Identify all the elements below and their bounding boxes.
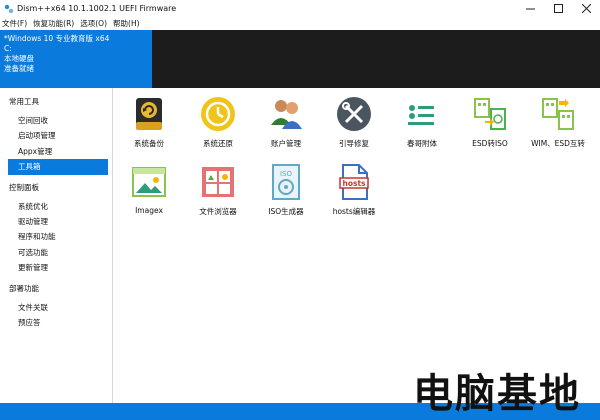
tool-label: ISO生成器 <box>268 207 304 216</box>
info-panel: *Windows 10 专业教育版 x64 C: 本地硬盘 准备就绪 <box>0 30 600 88</box>
maximize-icon[interactable] <box>544 0 572 17</box>
os-name: *Windows 10 专业教育版 x64 <box>4 34 110 43</box>
tool-label: ESD转ISO <box>472 139 508 148</box>
iso-disc-icon: ISO <box>266 162 306 202</box>
sidebar-group-control-panel: 控制面板 <box>9 182 39 192</box>
sidebar-item-appx[interactable]: Appx管理 <box>0 144 112 159</box>
menu-help[interactable]: 帮助(H) <box>113 18 140 29</box>
sidebar-item-toolbox[interactable]: 工具箱 <box>8 159 108 175</box>
hosts-file-icon: hosts <box>334 162 374 202</box>
sidebar: 常用工具 空间回收 启动项管理 Appx管理 工具箱 控制面板 系统优化 驱动管… <box>0 88 113 403</box>
sidebar-item-space-recovery[interactable]: 空间回收 <box>0 113 112 128</box>
svg-text:ISO: ISO <box>280 170 293 178</box>
tool-system-backup[interactable]: 系统备份 <box>117 94 181 158</box>
tool-wim-esd[interactable]: WIM、ESD互转 <box>526 94 590 158</box>
sidebar-group-deploy: 部署功能 <box>9 283 39 293</box>
sidebar-item-drivers[interactable]: 驱动管理 <box>0 214 112 229</box>
sidebar-group-common-tools: 常用工具 <box>9 97 39 106</box>
status-text: 准备就绪 <box>4 64 34 73</box>
menu-restore[interactable]: 恢复功能(R) <box>33 18 74 29</box>
tool-label: 系统备份 <box>134 139 164 148</box>
wrench-screwdriver-icon <box>334 94 374 134</box>
sidebar-item-file-assoc[interactable]: 文件关联 <box>0 300 112 315</box>
sidebar-item-system-optimize[interactable]: 系统优化 <box>0 199 112 214</box>
file-browser-icon <box>198 162 238 202</box>
sidebar-item-answer-file[interactable]: 预应答 <box>0 315 112 330</box>
tool-label: 账户管理 <box>271 139 301 148</box>
tool-file-browser[interactable]: 文件浏览器 <box>186 162 250 226</box>
drive-letter: C: <box>4 44 12 53</box>
tool-label: 引导修复 <box>339 139 369 148</box>
restore-clock-icon <box>198 94 238 134</box>
tool-label: 系统还原 <box>203 139 233 148</box>
tool-iso-builder[interactable]: ISO ISO生成器 <box>254 162 318 226</box>
watermark-text: 电脑基地 <box>413 371 581 417</box>
image-icon <box>129 162 169 202</box>
wim-esd-icon <box>538 94 578 134</box>
toolbox-panel: 系统备份 系统还原 账户管理 引导修复 春哥附体 ESD转ISO WIM、ESD… <box>114 88 600 403</box>
tool-label: Imagex <box>135 206 163 215</box>
users-icon <box>266 94 306 134</box>
sidebar-item-updates[interactable]: 更新管理 <box>0 260 112 275</box>
disk-type: 本地硬盘 <box>4 54 34 63</box>
svg-text:hosts: hosts <box>342 179 366 188</box>
menu-file[interactable]: 文件(F) <box>2 18 27 29</box>
menu-bar: 文件(F) 恢复功能(R) 选项(O) 帮助(H) <box>0 17 600 30</box>
tool-imagex[interactable]: Imagex <box>117 162 181 226</box>
tool-esd-to-iso[interactable]: ESD转ISO <box>458 94 522 158</box>
tool-label: hosts编辑器 <box>332 207 376 216</box>
tool-label: WIM、ESD互转 <box>531 139 585 148</box>
window-controls <box>516 0 600 17</box>
tool-label: 春哥附体 <box>407 139 437 148</box>
tool-hosts-editor[interactable]: hosts hosts编辑器 <box>322 162 386 226</box>
watermark: 电脑基地 <box>402 360 592 420</box>
app-icon <box>3 3 14 14</box>
backup-drive-icon <box>129 94 169 134</box>
minimize-icon[interactable] <box>516 0 544 17</box>
system-info-box[interactable]: *Windows 10 专业教育版 x64 C: 本地硬盘 准备就绪 <box>0 30 152 88</box>
title-bar: Dism++x64 10.1.1002.1 UEFI Firmware <box>0 0 600 17</box>
tool-account-manager[interactable]: 账户管理 <box>254 94 318 158</box>
esd-iso-icon <box>470 94 510 134</box>
tool-label: 文件浏览器 <box>199 207 237 216</box>
window-title: Dism++x64 10.1.1002.1 UEFI Firmware <box>17 4 177 13</box>
tool-system-restore[interactable]: 系统还原 <box>186 94 250 158</box>
menu-options[interactable]: 选项(O) <box>80 18 107 29</box>
sidebar-item-startup[interactable]: 启动项管理 <box>0 128 112 143</box>
close-icon[interactable] <box>572 0 600 17</box>
sidebar-item-programs[interactable]: 程序和功能 <box>0 229 112 244</box>
list-icon <box>402 94 442 134</box>
tool-boot-repair[interactable]: 引导修复 <box>322 94 386 158</box>
tool-chunge[interactable]: 春哥附体 <box>390 94 454 158</box>
sidebar-item-optional-features[interactable]: 可选功能 <box>0 245 112 260</box>
